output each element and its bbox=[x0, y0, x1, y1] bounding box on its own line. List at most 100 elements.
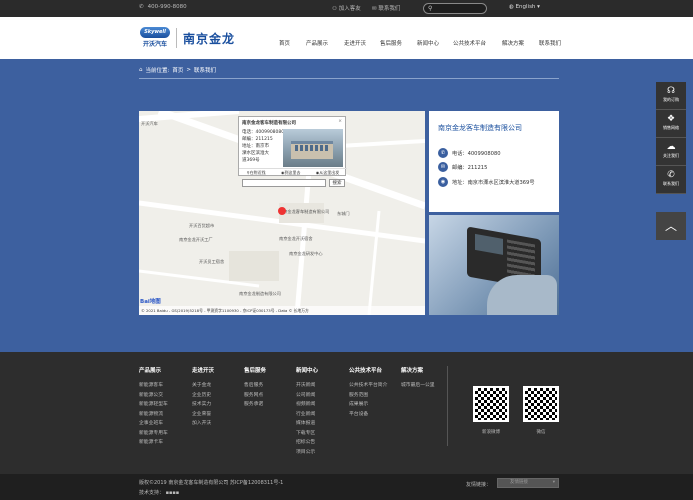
wechat-qr-label: 微信 bbox=[536, 430, 546, 435]
footer-col-title[interactable]: 公共技术平台 bbox=[349, 366, 387, 374]
network-icon: ❖ bbox=[666, 114, 676, 124]
footer-col-title[interactable]: 售后服务 bbox=[244, 366, 266, 374]
back-to-top-button[interactable]: ︿ bbox=[656, 212, 686, 240]
footer-link[interactable]: 新能源专用车 bbox=[139, 429, 168, 439]
route-from-label: 从这里出发 bbox=[319, 170, 340, 175]
footer-link[interactable]: 开沃新闻 bbox=[296, 381, 318, 391]
footer-link[interactable]: 行业新闻 bbox=[296, 410, 318, 420]
language-switch[interactable]: ◍ English ▾ bbox=[509, 4, 540, 10]
side-order-label: 我的订购 bbox=[663, 97, 679, 102]
route-to-button[interactable]: ◉到这里去 bbox=[281, 170, 301, 176]
map-label: 开沃员工宿舍 bbox=[199, 259, 225, 264]
footer-link[interactable]: 企业荣誉 bbox=[192, 410, 214, 420]
close-icon[interactable]: × bbox=[338, 119, 342, 124]
nav-tech-platform[interactable]: 公共技术平台 bbox=[453, 39, 486, 47]
card-phone: 电话：4009908080 bbox=[452, 150, 501, 157]
footer-link[interactable]: 项目公示 bbox=[296, 448, 318, 458]
footer-col-title[interactable]: 新闻中心 bbox=[296, 366, 318, 374]
footer-link[interactable]: 视频新闻 bbox=[296, 400, 318, 410]
footer-link[interactable]: 招标公告 bbox=[296, 438, 318, 448]
footer-link[interactable]: 成果展示 bbox=[349, 400, 387, 410]
nav-news[interactable]: 新闻中心 bbox=[417, 39, 439, 47]
nearby-search-button[interactable]: ⚲在附近找 bbox=[247, 170, 266, 176]
nav-about[interactable]: 走进开沃 bbox=[344, 39, 366, 47]
footer-link[interactable]: 新能源客车 bbox=[139, 381, 168, 391]
nav-contact[interactable]: 联系我们 bbox=[539, 39, 561, 47]
footer-link[interactable]: 服务承诺 bbox=[244, 400, 266, 410]
footer-link[interactable]: 新能源公交 bbox=[139, 391, 168, 401]
footer-link[interactable]: 城市最后一公里 bbox=[401, 381, 435, 391]
footer-col-title[interactable]: 走进开沃 bbox=[192, 366, 214, 374]
map-search-button[interactable]: 搜索 bbox=[329, 179, 345, 187]
tech-support-logo[interactable]: ▪▪▪▪ bbox=[164, 490, 180, 496]
hotline: ✆ 400-990-8080 bbox=[139, 4, 187, 10]
nearby-label: 在附近找 bbox=[249, 170, 266, 175]
map-copyright: © 2021 Baidu - GS(2019)5218号 - 甲测资字11009… bbox=[139, 306, 425, 315]
footer-link[interactable]: 新能源轻型车 bbox=[139, 400, 168, 410]
nav-solutions[interactable]: 解决方案 bbox=[502, 39, 524, 47]
weibo-qr-label: 新浪微博 bbox=[482, 430, 500, 435]
side-contact-button[interactable]: ✆ 联系我们 bbox=[656, 166, 686, 194]
footer-link[interactable]: 企事业班车 bbox=[139, 419, 168, 429]
side-order-button[interactable]: ☊ 我的订购 bbox=[656, 82, 686, 110]
footer-link[interactable]: 企业历史 bbox=[192, 391, 214, 401]
footer-link[interactable]: 新能源物流 bbox=[139, 410, 168, 420]
route-from-button[interactable]: ◉从这里出发 bbox=[316, 170, 340, 176]
search-icon[interactable]: ⚲ bbox=[428, 5, 432, 12]
map-label: 南京金龙开沃工厂 bbox=[179, 237, 213, 242]
breadcrumb-home[interactable]: 首页 bbox=[172, 66, 183, 74]
footer-link[interactable]: 技术实力 bbox=[192, 400, 214, 410]
footer-link[interactable]: 加入开沃 bbox=[192, 419, 214, 429]
footer-col-service: 售后服务 售后服务 服务网点 服务承诺 bbox=[244, 366, 266, 410]
card-address-row: ◉ 地址：南京市溧水区滨淮大道369号 bbox=[438, 177, 535, 187]
footer-link[interactable]: 公共技术平台简介 bbox=[349, 381, 387, 391]
contact-label: 联系我们 bbox=[378, 6, 401, 12]
footer-link[interactable]: 新能源卡车 bbox=[139, 438, 168, 448]
header: Skywell 开沃汽车 南京金龙 首页 产品展示 走进开沃 售后服务 新闻中心… bbox=[0, 17, 693, 59]
telephone-photo bbox=[429, 215, 559, 315]
nav-service[interactable]: 售后服务 bbox=[380, 39, 402, 47]
tech-support-label: 技术支持： bbox=[139, 490, 165, 496]
card-post: 邮编：211215 bbox=[452, 164, 488, 171]
chevron-down-icon: ▾ bbox=[535, 4, 540, 10]
phone-icon: ✆ bbox=[667, 170, 675, 180]
weibo-qr-code bbox=[473, 386, 509, 422]
info-post: 邮编：211215 bbox=[242, 137, 273, 142]
side-contact-label: 联系我们 bbox=[663, 181, 679, 186]
footer-link[interactable]: 媒体报道 bbox=[296, 419, 318, 429]
building-photo bbox=[283, 129, 343, 167]
top-bar: ✆ 400-990-8080 ⚇ 加入客友 ✉ 联系我们 ⚲ ◍ English… bbox=[0, 0, 693, 17]
join-link[interactable]: ⚇ 加入客友 bbox=[332, 4, 361, 12]
nav-home[interactable]: 首页 bbox=[279, 39, 290, 47]
footer-link[interactable]: 关于金龙 bbox=[192, 381, 214, 391]
side-follow-label: 关注我们 bbox=[663, 153, 679, 158]
friend-links-select[interactable]: 友情链接 ▾ bbox=[497, 478, 559, 488]
location-pin-icon[interactable] bbox=[278, 207, 286, 215]
footer-link[interactable]: 平台设备 bbox=[349, 410, 387, 420]
footer-col-tech: 公共技术平台 公共技术平台简介 服务范围 成果展示 平台设备 bbox=[349, 366, 387, 419]
side-toolbar: ☊ 我的订购 ❖ 销售网络 ☁ 关注我们 ✆ 联系我们 bbox=[656, 82, 686, 194]
footer: 产品展示 新能源客车 新能源公交 新能源轻型车 新能源物流 企事业班车 新能源专… bbox=[0, 352, 693, 474]
breadcrumb-prefix: 当前位置: bbox=[145, 68, 170, 74]
footer-link[interactable]: 售后服务 bbox=[244, 381, 266, 391]
friend-links-value: 友情链接 bbox=[510, 480, 528, 485]
footer-link[interactable]: 下载专区 bbox=[296, 429, 318, 439]
map-search-input[interactable] bbox=[242, 179, 326, 187]
nav-products[interactable]: 产品展示 bbox=[306, 39, 328, 47]
info-title: 南京金龙客车制造有限公司 bbox=[242, 121, 296, 126]
hotline-number: 400-990-8080 bbox=[147, 4, 187, 10]
footer-col-solutions: 解决方案 城市最后一公里 bbox=[401, 366, 435, 391]
footer-link[interactable]: 公司新闻 bbox=[296, 391, 318, 401]
footer-col-title[interactable]: 解决方案 bbox=[401, 366, 435, 374]
footer-link[interactable]: 服务网点 bbox=[244, 391, 266, 401]
location-icon: ◉ bbox=[438, 177, 448, 187]
side-network-button[interactable]: ❖ 销售网络 bbox=[656, 110, 686, 138]
side-follow-button[interactable]: ☁ 关注我们 bbox=[656, 138, 686, 166]
route-to-label: 到这里去 bbox=[284, 170, 301, 175]
footer-col-title[interactable]: 产品展示 bbox=[139, 366, 168, 374]
footer-link[interactable]: 服务范围 bbox=[349, 391, 387, 401]
card-phone-row: ✆ 电话：4009908080 bbox=[438, 148, 501, 158]
map-label: 东城门 bbox=[337, 211, 350, 216]
contact-link[interactable]: ✉ 联系我们 bbox=[372, 4, 400, 12]
search-input[interactable]: ⚲ bbox=[423, 3, 487, 14]
